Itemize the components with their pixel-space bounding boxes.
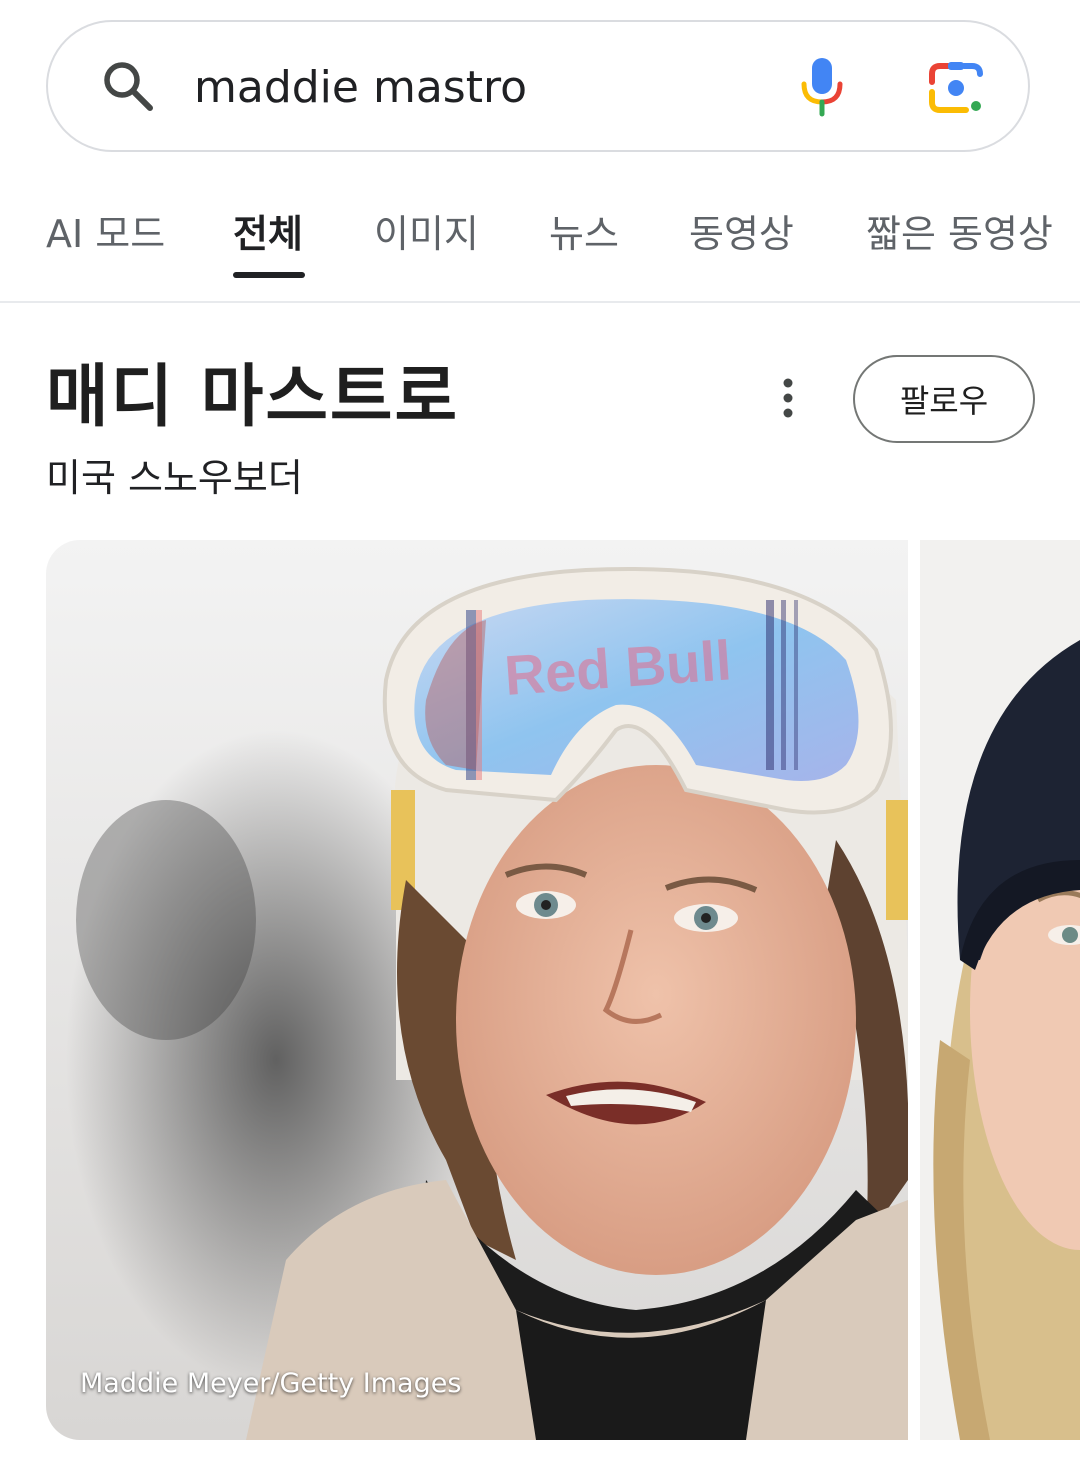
search-icon[interactable] — [100, 58, 156, 114]
portrait-photo-2 — [920, 540, 1080, 1440]
image-credit: Maddie Meyer/Getty Images — [80, 1368, 462, 1399]
tab-images[interactable]: 이미지 — [374, 210, 479, 258]
google-lens-icon[interactable] — [928, 60, 984, 116]
search-tabs: AI 모드 전체 이미지 뉴스 동영상 짧은 동영상 — [0, 196, 1080, 302]
active-tab-indicator — [233, 272, 305, 278]
search-bar[interactable]: maddie mastro — [46, 20, 1030, 152]
search-input[interactable]: maddie mastro — [194, 58, 527, 118]
tab-news[interactable]: 뉴스 — [549, 210, 619, 258]
search-results-page: maddie mastro AI 모드 전체 이미지 뉴스 동영상 짧은 동영상… — [0, 0, 1080, 1470]
mic-icon[interactable] — [800, 56, 844, 118]
entity-second-image[interactable] — [920, 540, 1080, 1440]
more-vertical-icon[interactable] — [770, 376, 806, 420]
tabs-divider — [0, 301, 1080, 303]
entity-title: 매디 마스트로 — [46, 358, 460, 437]
portrait-photo: Red Bull — [46, 540, 908, 1440]
entity-subtitle: 미국 스노우보더 — [46, 456, 303, 500]
tab-all[interactable]: 전체 — [233, 210, 303, 258]
tab-videos[interactable]: 동영상 — [689, 210, 794, 258]
entity-main-image[interactable]: Red Bull Maddie Meyer/Getty Images — [46, 540, 908, 1440]
tab-short-videos[interactable]: 짧은 동영상 — [866, 210, 1053, 258]
tab-ai-mode[interactable]: AI 모드 — [46, 210, 165, 258]
follow-button[interactable]: 팔로우 — [853, 355, 1035, 443]
